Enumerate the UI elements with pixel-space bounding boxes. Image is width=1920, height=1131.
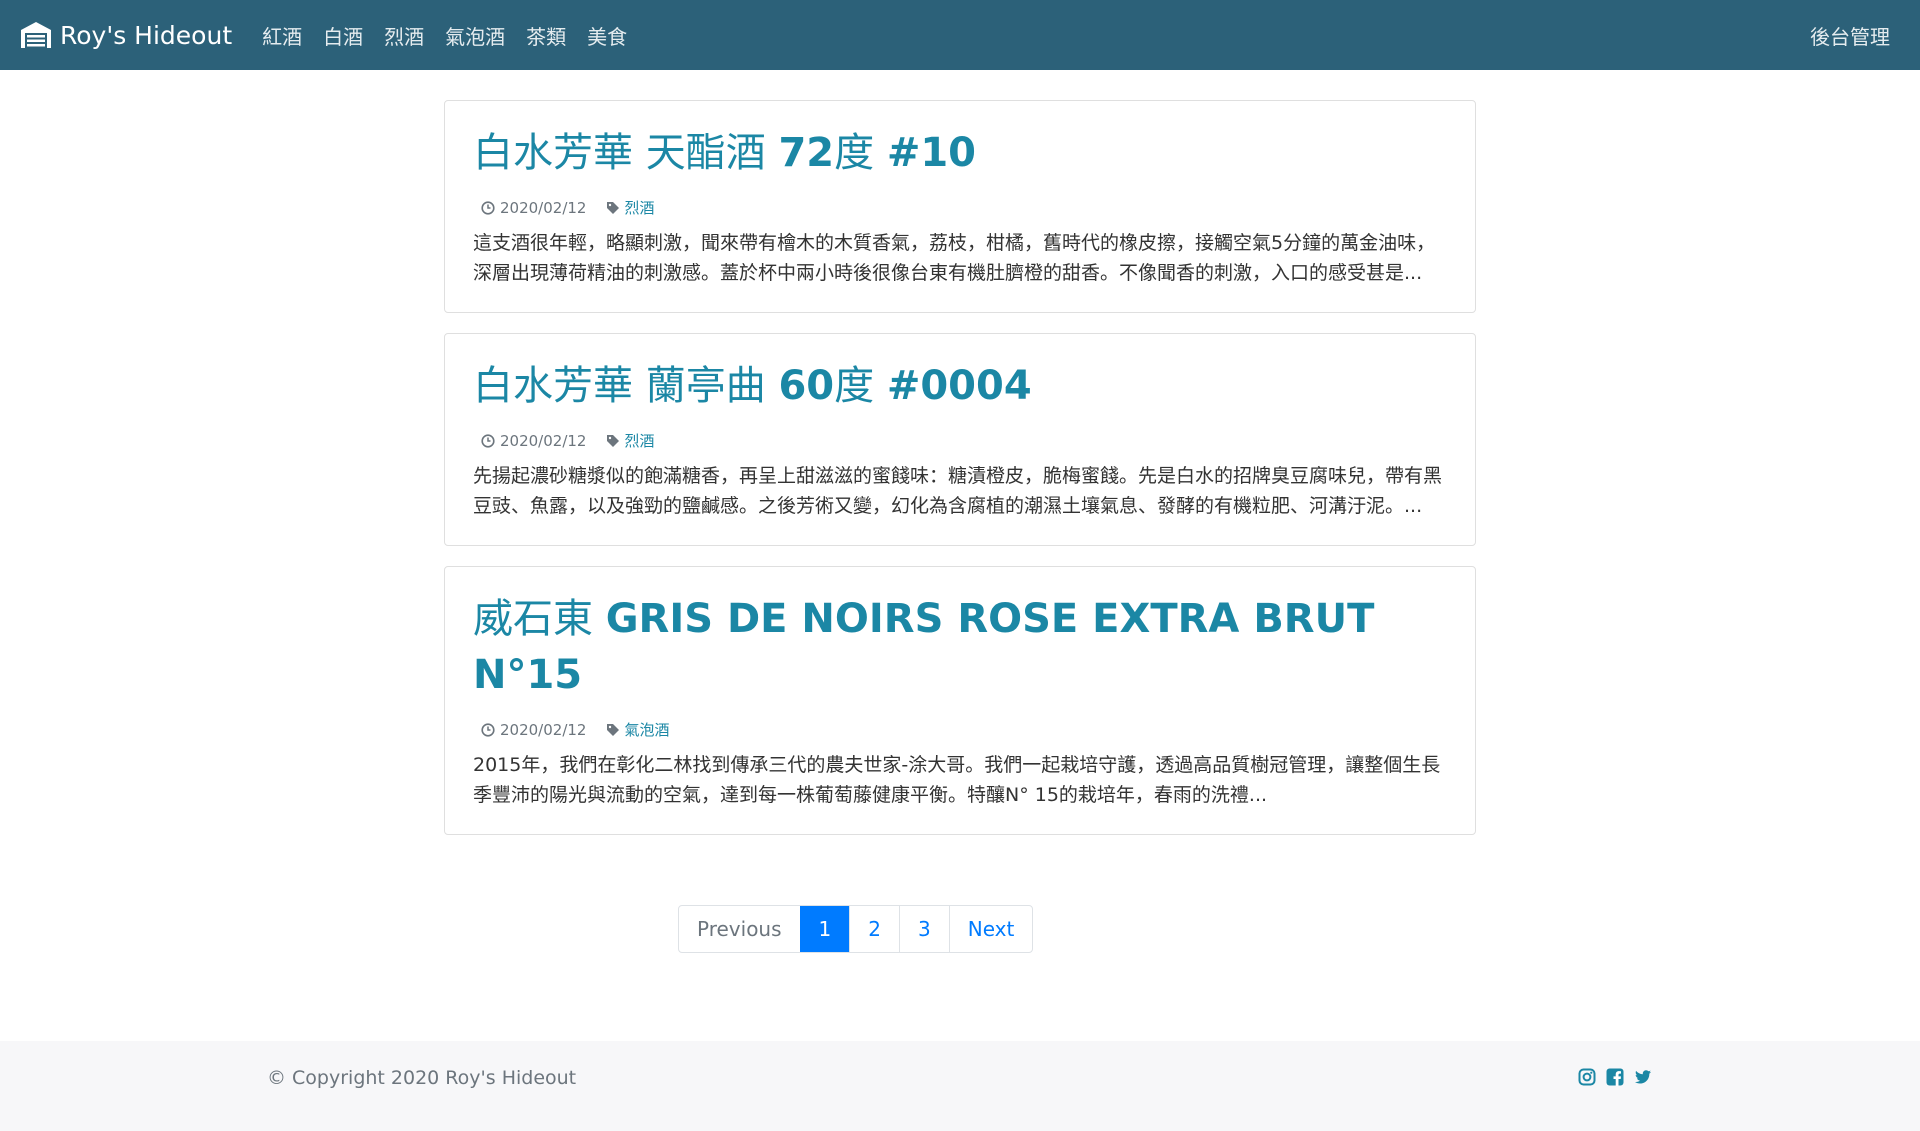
instagram-icon[interactable] — [1578, 1068, 1596, 1086]
top-navbar: Roy's Hideout 紅酒 白酒 烈酒 氣泡酒 茶類 美食 後台管理 — [0, 0, 1920, 70]
post-title-unit: 度 — [834, 363, 887, 409]
nav-link-tea[interactable]: 茶類 — [526, 21, 566, 50]
post-date: 2020/02/12 — [500, 720, 587, 739]
tag-icon — [606, 723, 620, 737]
post-excerpt: 先揚起濃砂糖漿似的飽滿糖香，再呈上甜滋滋的蜜餞味：糖漬橙皮，脆梅蜜餞。先是白水的… — [473, 465, 1443, 517]
post-title-text: 白水芳華 蘭亭曲 — [473, 363, 779, 409]
post-title[interactable]: 威石東 GRIS DE NOIRS ROSE EXTRA BRUT N°15 — [473, 591, 1447, 703]
post-card: 威石東 GRIS DE NOIRS ROSE EXTRA BRUT N°15 2… — [444, 566, 1476, 835]
post-date: 2020/02/12 — [500, 431, 587, 450]
twitter-icon[interactable] — [1634, 1068, 1652, 1086]
post-meta: 2020/02/12 烈酒 — [473, 430, 1447, 451]
clock-icon — [481, 433, 495, 448]
post-title-bold: GRIS DE NOIRS ROSE EXTRA BRUT N°15 — [473, 596, 1375, 698]
post-title-number: #10 — [886, 130, 977, 176]
post-category[interactable]: 烈酒 — [624, 430, 654, 451]
tag-icon — [606, 201, 620, 215]
admin-link[interactable]: 後台管理 — [1810, 0, 1890, 70]
facebook-icon[interactable] — [1606, 1068, 1624, 1086]
tag-icon — [606, 434, 620, 448]
copyright-text: © Copyright 2020 Roy's Hideout — [267, 1067, 577, 1089]
post-date: 2020/02/12 — [500, 198, 587, 217]
nav-links: 紅酒 白酒 烈酒 氣泡酒 茶類 美食 — [262, 21, 648, 50]
post-title-number: #0004 — [886, 363, 1032, 409]
warehouse-icon — [20, 21, 52, 49]
post-title-unit: 度 — [834, 130, 887, 176]
brand-name: Roy's Hideout — [60, 20, 233, 50]
post-title[interactable]: 白水芳華 蘭亭曲 60度 #0004 — [473, 358, 1447, 414]
social-links — [1578, 1068, 1662, 1086]
post-card: 白水芳華 天酯酒 72度 #10 2020/02/12 烈酒 這支酒很年輕，略顯… — [444, 100, 1476, 313]
post-category[interactable]: 氣泡酒 — [624, 719, 669, 740]
clock-icon — [481, 722, 495, 737]
pagination-page-1[interactable]: 1 — [799, 906, 850, 952]
post-title-text: 威石東 — [473, 596, 606, 642]
nav-link-food[interactable]: 美食 — [587, 21, 627, 50]
post-card: 白水芳華 蘭亭曲 60度 #0004 2020/02/12 烈酒 先揚起濃砂糖漿… — [444, 333, 1476, 546]
pagination-page-2[interactable]: 2 — [849, 906, 899, 952]
pagination-next[interactable]: Next — [948, 906, 1033, 952]
brand-link[interactable]: Roy's Hideout — [20, 21, 232, 50]
nav-link-red-wine[interactable]: 紅酒 — [262, 21, 302, 50]
post-category[interactable]: 烈酒 — [624, 197, 654, 218]
clock-icon — [481, 200, 495, 215]
post-title-bold: 72 — [778, 130, 835, 176]
post-excerpt: 2015年，我們在彰化二林找到傳承三代的農夫世家-涂大哥。我們一起栽培守護，透過… — [473, 754, 1441, 806]
pagination-previous[interactable]: Previous — [679, 906, 800, 952]
nav-link-white-wine[interactable]: 白酒 — [323, 21, 363, 50]
pagination-page-3[interactable]: 3 — [899, 906, 949, 952]
post-list: 白水芳華 天酯酒 72度 #10 2020/02/12 烈酒 這支酒很年輕，略顯… — [444, 100, 1476, 855]
footer: © Copyright 2020 Roy's Hideout — [0, 1041, 1920, 1131]
post-meta: 2020/02/12 烈酒 — [473, 197, 1447, 218]
post-title-bold: 60 — [778, 363, 835, 409]
post-title-text: 白水芳華 天酯酒 — [473, 130, 779, 176]
post-excerpt: 這支酒很年輕，略顯刺激，聞來帶有檜木的木質香氣，荔枝，柑橘，舊時代的橡皮擦，接觸… — [473, 232, 1436, 284]
post-title[interactable]: 白水芳華 天酯酒 72度 #10 — [473, 125, 1447, 181]
nav-link-sparkling[interactable]: 氣泡酒 — [445, 21, 505, 50]
nav-link-spirits[interactable]: 烈酒 — [384, 21, 424, 50]
pagination: Previous 1 2 3 Next — [678, 905, 1034, 953]
post-meta: 2020/02/12 氣泡酒 — [473, 719, 1447, 740]
